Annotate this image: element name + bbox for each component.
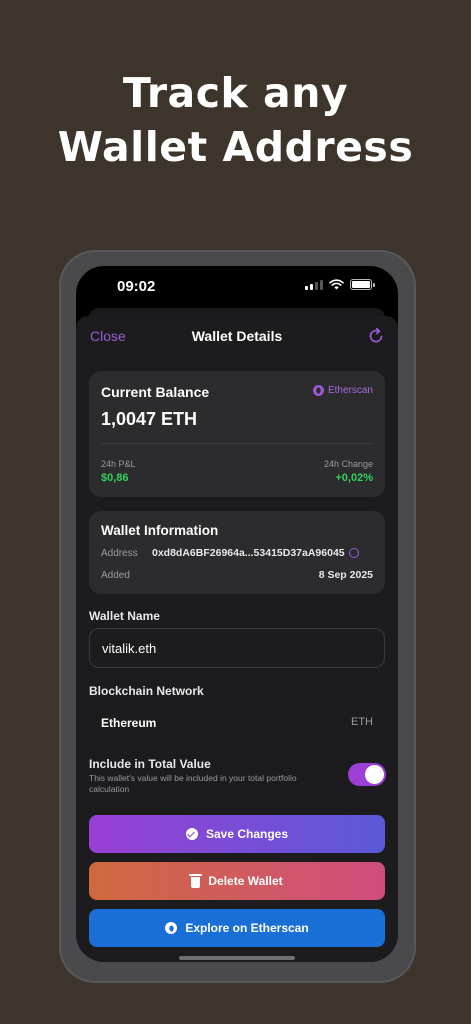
divider xyxy=(101,443,373,444)
pnl-value: $0,86 xyxy=(101,472,129,484)
added-value: 8 Sep 2025 xyxy=(318,569,373,581)
balance-card: Current Balance Etherscan 1,0047 ETH 24h… xyxy=(89,371,385,497)
nav-bar: Close Wallet Details xyxy=(76,316,398,356)
signal-icon xyxy=(305,279,323,290)
home-indicator xyxy=(179,956,295,960)
blockchain-symbol: ETH xyxy=(351,716,373,728)
etherscan-label: Etherscan xyxy=(327,385,373,396)
copy-icon[interactable] xyxy=(348,548,359,558)
include-total-label: Include in Total Value xyxy=(89,757,211,771)
include-total-toggle[interactable] xyxy=(348,763,386,786)
include-total-description: This wallet's value will be included in … xyxy=(89,773,297,794)
wallet-details-sheet: Close Wallet Details Current Balance Eth… xyxy=(76,316,398,962)
refresh-icon[interactable] xyxy=(366,326,386,346)
trash-icon xyxy=(189,873,203,888)
toggle-knob xyxy=(365,765,384,784)
headline: Track any Wallet Address xyxy=(0,66,471,174)
address-value: 0xd8dA6BF26964a...53415D37aA96045 xyxy=(152,547,345,559)
phone-screen: 09:02 Close Wallet Details Current Balan… xyxy=(76,266,398,962)
wallet-name-label: Wallet Name xyxy=(89,609,160,623)
change-value: +0,02% xyxy=(335,472,373,484)
wallet-info-card: Wallet Information Address 0xd8dA6BF2696… xyxy=(89,511,385,594)
delete-wallet-button[interactable]: Delete Wallet xyxy=(89,862,385,900)
change-label: 24h Change xyxy=(323,459,373,469)
address-label: Address xyxy=(101,548,138,559)
wifi-icon xyxy=(329,279,344,290)
compass-icon xyxy=(165,922,178,934)
pnl-label: 24h P&L xyxy=(101,459,136,469)
explore-etherscan-label: Explore on Etherscan xyxy=(185,921,309,935)
headline-line-1: Track any xyxy=(122,69,349,117)
headline-line-2: Wallet Address xyxy=(57,123,414,171)
added-label: Added xyxy=(101,570,130,581)
explore-etherscan-button[interactable]: Explore on Etherscan xyxy=(89,909,385,947)
balance-amount: 1,0047 ETH xyxy=(101,409,198,429)
blockchain-name: Ethereum xyxy=(101,716,157,730)
battery-icon xyxy=(350,279,375,290)
save-changes-button[interactable]: Save Changes xyxy=(89,815,385,853)
wallet-info-title: Wallet Information xyxy=(101,523,219,538)
delete-wallet-label: Delete Wallet xyxy=(208,874,283,888)
nav-title: Wallet Details xyxy=(191,328,283,344)
status-time: 09:02 xyxy=(117,278,156,295)
compass-icon xyxy=(312,385,324,396)
save-changes-label: Save Changes xyxy=(205,827,289,841)
checkmark-icon xyxy=(185,828,198,840)
blockchain-selector[interactable]: Ethereum ETH xyxy=(89,708,385,738)
status-icons xyxy=(305,279,375,290)
address-row: 0xd8dA6BF26964a...53415D37aA96045 xyxy=(152,547,359,559)
balance-title: Current Balance xyxy=(101,384,210,400)
blockchain-label: Blockchain Network xyxy=(89,684,204,698)
wallet-name-input[interactable] xyxy=(89,628,385,668)
etherscan-link[interactable]: Etherscan xyxy=(312,385,373,396)
